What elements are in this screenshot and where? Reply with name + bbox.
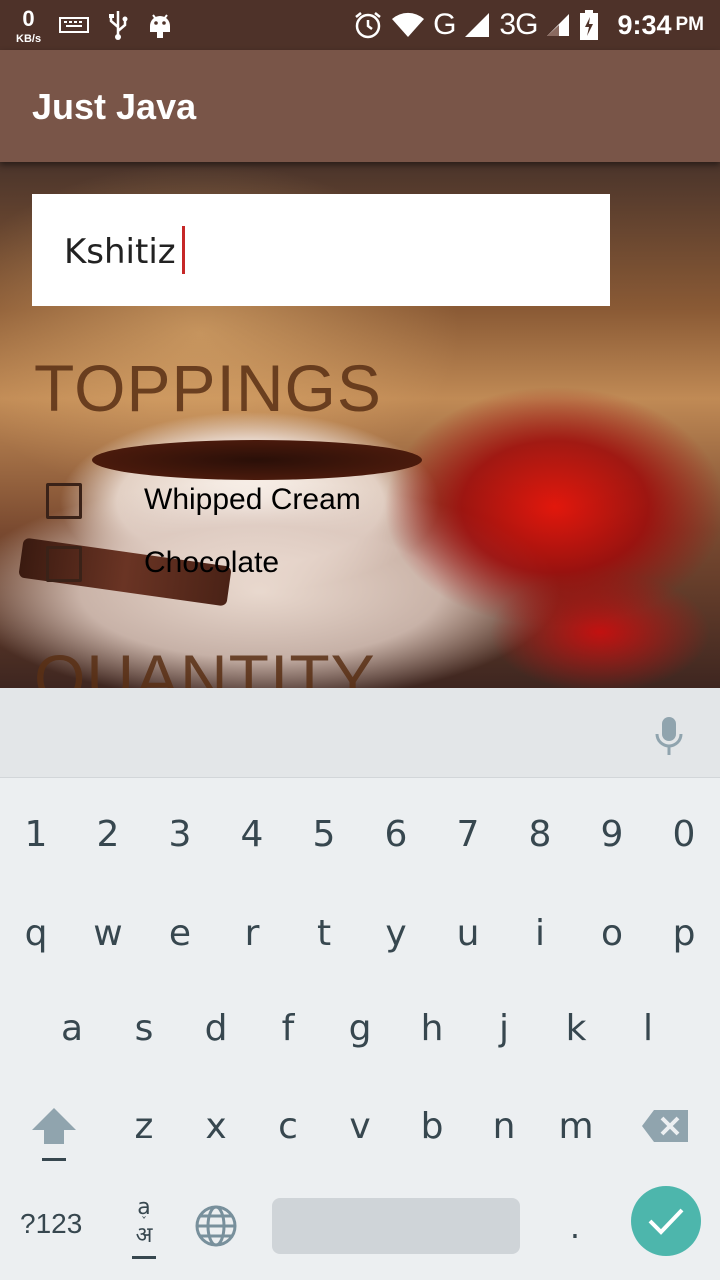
key-v[interactable]: v: [324, 1106, 396, 1147]
language-key-underline: [132, 1256, 156, 1259]
order-form: TOPPINGS Whipped Cream Chocolate QUANTIT…: [0, 162, 720, 688]
network-type-3g: 3G: [499, 8, 538, 41]
key-l[interactable]: l: [612, 1008, 684, 1049]
status-left: 0 KB/s: [16, 4, 173, 46]
key-g[interactable]: g: [324, 1008, 396, 1049]
status-bar: 0 KB/s G 3G 9:34 PM: [0, 0, 720, 50]
key-k[interactable]: k: [540, 1008, 612, 1049]
key-w[interactable]: w: [72, 913, 144, 954]
key-s[interactable]: s: [108, 1008, 180, 1049]
key-3[interactable]: 3: [144, 814, 216, 855]
key-b[interactable]: b: [396, 1106, 468, 1147]
key-j[interactable]: j: [468, 1008, 540, 1049]
key-9[interactable]: 9: [576, 814, 648, 855]
symbols-key[interactable]: ?123: [20, 1208, 82, 1240]
key-7[interactable]: 7: [432, 814, 504, 855]
key-5[interactable]: 5: [288, 814, 360, 855]
key-a[interactable]: a: [36, 1008, 108, 1049]
clock-time: 9:34: [617, 9, 672, 40]
key-4[interactable]: 4: [216, 814, 288, 855]
signal-icon-secondary: [547, 14, 570, 36]
globe-icon[interactable]: [194, 1204, 238, 1248]
key-e[interactable]: e: [144, 913, 216, 954]
key-i[interactable]: i: [504, 913, 576, 954]
usb-icon: [109, 11, 128, 40]
key-z[interactable]: z: [108, 1106, 180, 1147]
done-button[interactable]: [631, 1186, 701, 1256]
whipped-cream-checkbox[interactable]: [46, 483, 82, 519]
language-key[interactable]: a ˇ अ: [126, 1197, 162, 1248]
backspace-icon[interactable]: [640, 1108, 690, 1144]
text-cursor: [182, 226, 185, 274]
quantity-title: QUANTITY: [34, 641, 376, 688]
mic-icon[interactable]: [654, 716, 684, 756]
check-icon: [648, 1208, 684, 1235]
key-p[interactable]: p: [648, 913, 720, 954]
network-type-g: G: [433, 8, 456, 41]
network-speed: 0 KB/s: [16, 6, 41, 45]
key-f[interactable]: f: [252, 1008, 324, 1049]
chocolate-row[interactable]: Chocolate: [46, 544, 279, 584]
background-coffee: [92, 440, 422, 480]
toppings-title: TOPPINGS: [34, 351, 382, 425]
key-x[interactable]: x: [180, 1106, 252, 1147]
key-6[interactable]: 6: [360, 814, 432, 855]
key-8[interactable]: 8: [504, 814, 576, 855]
chocolate-checkbox[interactable]: [46, 546, 82, 582]
clock-ampm: PM: [675, 14, 705, 35]
keyboard-icon: [59, 17, 90, 33]
key-d[interactable]: d: [180, 1008, 252, 1049]
key-h[interactable]: h: [396, 1008, 468, 1049]
name-input[interactable]: [32, 194, 610, 306]
network-speed-unit: KB/s: [16, 32, 42, 45]
key-t[interactable]: t: [288, 913, 360, 954]
key-u[interactable]: u: [432, 913, 504, 954]
chocolate-label: Chocolate: [144, 546, 280, 579]
key-q[interactable]: q: [0, 913, 72, 954]
shift-icon[interactable]: [30, 1106, 78, 1146]
key-r[interactable]: r: [216, 913, 288, 954]
soft-keyboard: 1 2 3 4 5 6 7 8 9 0 q w e r t y u i o p …: [0, 688, 720, 1280]
network-speed-value: 0: [22, 5, 35, 31]
whipped-cream-row[interactable]: Whipped Cream: [46, 481, 361, 521]
battery-charging-icon: [580, 10, 599, 40]
key-0[interactable]: 0: [648, 814, 720, 855]
app-title: Just Java: [32, 86, 197, 127]
wifi-icon: [392, 12, 425, 37]
key-y[interactable]: y: [360, 913, 432, 954]
key-n[interactable]: n: [468, 1106, 540, 1147]
key-o[interactable]: o: [576, 913, 648, 954]
key-1[interactable]: 1: [0, 814, 72, 855]
app-bar: Just Java: [0, 50, 720, 162]
whipped-cream-label: Whipped Cream: [144, 483, 361, 516]
status-right: G 3G 9:34 PM: [353, 0, 704, 50]
key-period[interactable]: .: [560, 1208, 590, 1246]
android-icon: [150, 14, 171, 38]
key-m[interactable]: m: [540, 1106, 612, 1147]
signal-icon: [465, 13, 490, 37]
space-bar[interactable]: [272, 1198, 520, 1254]
key-2[interactable]: 2: [72, 814, 144, 855]
suggestion-strip: [0, 688, 720, 778]
shift-underline: [42, 1158, 66, 1161]
key-c[interactable]: c: [252, 1106, 324, 1147]
alarm-icon: [355, 12, 381, 39]
language-key-devanagari: अ: [135, 1223, 153, 1248]
